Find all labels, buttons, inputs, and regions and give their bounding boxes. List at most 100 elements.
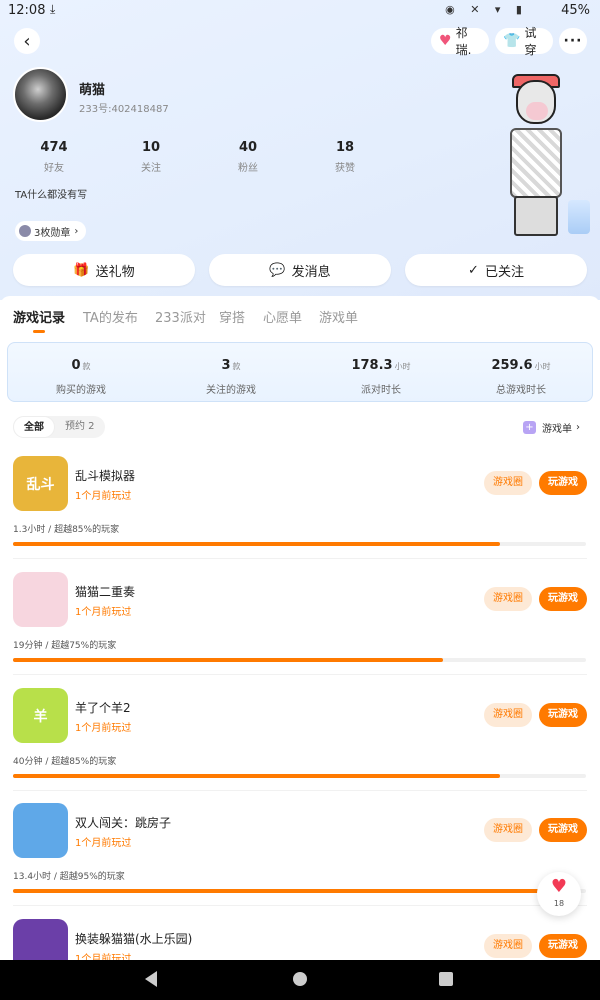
playtime-text: 40分钟 / 超越85%的玩家 xyxy=(13,757,117,767)
send-gift-button[interactable]: 🎁 送礼物 xyxy=(13,254,195,286)
heart-icon: ♥ xyxy=(550,876,568,897)
back-button[interactable]: ‹ xyxy=(14,28,40,54)
last-played: 1个月前玩过 xyxy=(75,607,132,618)
playtime-progress-track xyxy=(13,774,586,778)
tab-outfits[interactable]: 穿搭 xyxy=(219,307,245,326)
game-row[interactable]: 乱斗 乱斗模拟器 1个月前玩过 游戏圈 玩游戏 1.3小时 / 超越85%的玩家 xyxy=(0,456,600,572)
summary-followed: 3款 关注的游戏 xyxy=(161,354,301,396)
playtime-text: 13.4小时 / 超越95%的玩家 xyxy=(13,872,125,882)
summary-party-time: 178.3 小时 派对时长 xyxy=(311,354,451,396)
play-game-button[interactable]: 玩游戏 xyxy=(539,818,587,842)
playtime-progress-track xyxy=(13,542,586,546)
game-icon-text: 乱斗 xyxy=(26,476,55,493)
game-name: 双人闯关：跳房子 xyxy=(75,816,172,830)
summary-value: 0 xyxy=(71,358,81,373)
try-on-button[interactable]: 👕 试穿 xyxy=(495,26,553,57)
row-divider xyxy=(13,905,587,906)
tshirt-icon: 👕 xyxy=(503,33,521,49)
playtime-text: 19分钟 / 超越75%的玩家 xyxy=(13,641,117,651)
character-face xyxy=(526,102,548,120)
summary-total-time: 259.6 小时 总游戏时长 xyxy=(451,354,591,396)
avatar[interactable] xyxy=(13,67,68,122)
send-message-button[interactable]: 💬 发消息 xyxy=(209,254,391,286)
game-circle-button[interactable]: 游戏圈 xyxy=(484,703,532,727)
game-summary-card: 0 款 购买的游戏 3款 关注的游戏 178.3 小时 派对时长 259.6 小时 总… xyxy=(7,342,593,402)
more-icon: ··· xyxy=(563,33,583,49)
system-nav-bar xyxy=(0,960,600,1000)
row-divider xyxy=(13,674,587,675)
tab-233-party[interactable]: 233派对 xyxy=(155,307,206,326)
tab-wishlist[interactable]: 心愿单 xyxy=(263,307,302,326)
stat-likes[interactable]: 18 获赞 xyxy=(305,140,385,174)
active-tab-indicator xyxy=(33,330,45,333)
stat-following[interactable]: 10 关注 xyxy=(111,140,191,174)
decorative-cube xyxy=(568,200,590,234)
playtime-progress-fill xyxy=(13,774,501,778)
profile-page: 12:08 ⤓ ◉ ✕ ▾ ▮ 45% ‹ ♥ 祁瑞. 👕 试穿 ··· 萌猫 … xyxy=(0,0,600,1000)
game-circle-button[interactable]: 游戏圈 xyxy=(484,934,532,958)
playtime-progress-track xyxy=(13,658,586,662)
last-played: 1个月前玩过 xyxy=(75,491,132,502)
stat-value: 18 xyxy=(335,140,355,155)
nav-home-icon[interactable] xyxy=(293,972,307,986)
tab-bar: 游戏记录 TA的发布 233派对 穿搭 心愿单 游戏单 xyxy=(0,296,600,336)
last-played: 1个月前玩过 xyxy=(75,838,132,849)
game-circle-button[interactable]: 游戏圈 xyxy=(484,587,532,611)
stat-friends[interactable]: 474 好友 xyxy=(14,140,94,174)
status-icons: ◉ ✕ ▾ ▮ xyxy=(445,3,528,16)
tab-ta-posts[interactable]: TA的发布 xyxy=(83,307,138,326)
summary-label: 购买的游戏 xyxy=(56,385,106,396)
send-message-label: 发消息 xyxy=(291,264,331,280)
play-game-button[interactable]: 玩游戏 xyxy=(539,587,587,611)
character-avatar-figure[interactable] xyxy=(488,72,590,242)
tab-game-list[interactable]: 游戏单 xyxy=(319,307,358,326)
summary-value: 259.6 xyxy=(491,358,533,373)
download-icon: ⤓ xyxy=(50,2,56,16)
playtime-progress-track xyxy=(13,889,586,893)
nav-recents-icon[interactable] xyxy=(439,972,453,986)
nav-back-icon[interactable] xyxy=(145,971,157,987)
character-body xyxy=(510,128,562,198)
plus-icon: + xyxy=(523,421,536,434)
game-row[interactable]: 羊 羊了个羊2 1个月前玩过 游戏圈 玩游戏 40分钟 / 超越85%的玩家 xyxy=(0,688,600,804)
user-id: 233号:402418487 xyxy=(79,104,169,115)
play-game-button[interactable]: 玩游戏 xyxy=(539,471,587,495)
character-legs xyxy=(514,196,558,236)
stat-value: 10 xyxy=(141,140,161,155)
stat-fans[interactable]: 40 粉丝 xyxy=(208,140,288,174)
stat-label: 关注 xyxy=(141,163,161,174)
game-list-link[interactable]: + 游戏单 › xyxy=(523,420,580,435)
brawl-simulator-icon[interactable]: 乱斗 xyxy=(13,456,68,511)
bio-text: TA什么都没有写 xyxy=(15,190,88,201)
game-circle-button[interactable]: 游戏圈 xyxy=(484,818,532,842)
summary-unit: 款 xyxy=(232,362,241,371)
followed-button[interactable]: ✓ 已关注 xyxy=(405,254,587,286)
more-button[interactable]: ··· xyxy=(559,28,587,54)
game-row[interactable]: 双人闯关：跳房子 1个月前玩过 游戏圈 玩游戏 13.4小时 / 超越95%的玩家 xyxy=(0,803,600,919)
stat-label: 好友 xyxy=(44,163,64,174)
summary-value: 178.3 xyxy=(351,358,393,373)
tab-game-records[interactable]: 游戏记录 xyxy=(13,307,65,326)
play-game-button[interactable]: 玩游戏 xyxy=(539,703,587,727)
chevron-right-icon: › xyxy=(74,225,79,237)
game-list-label: 游戏单 xyxy=(542,424,572,435)
game-name: 羊了个羊2 xyxy=(75,701,131,715)
summary-unit: 小时 xyxy=(394,362,411,371)
heart-icon: ♥ xyxy=(439,33,452,49)
send-gift-label: 送礼物 xyxy=(95,264,135,280)
hopscotch-icon[interactable] xyxy=(13,803,68,858)
like-count: 18 xyxy=(553,899,565,908)
stat-label: 获赞 xyxy=(335,163,355,174)
like-button[interactable]: ♥ 祁瑞. xyxy=(431,26,489,57)
stat-value: 474 xyxy=(40,140,68,155)
floating-like-button[interactable]: ♥ 18 xyxy=(537,872,581,916)
game-row[interactable]: 猫猫二重奏 1个月前玩过 游戏圈 玩游戏 19分钟 / 超越75%的玩家 xyxy=(0,572,600,688)
medal-badge[interactable]: 3枚勋章 › xyxy=(15,221,87,241)
sheep-game-icon[interactable]: 羊 xyxy=(13,688,68,743)
filter-reserved[interactable]: 预约 2 xyxy=(55,416,105,438)
play-game-button[interactable]: 玩游戏 xyxy=(539,934,587,958)
game-circle-button[interactable]: 游戏圈 xyxy=(484,471,532,495)
cat-duet-icon[interactable] xyxy=(13,572,68,627)
stat-label: 粉丝 xyxy=(238,163,258,174)
filter-all[interactable]: 全部 xyxy=(13,416,55,438)
